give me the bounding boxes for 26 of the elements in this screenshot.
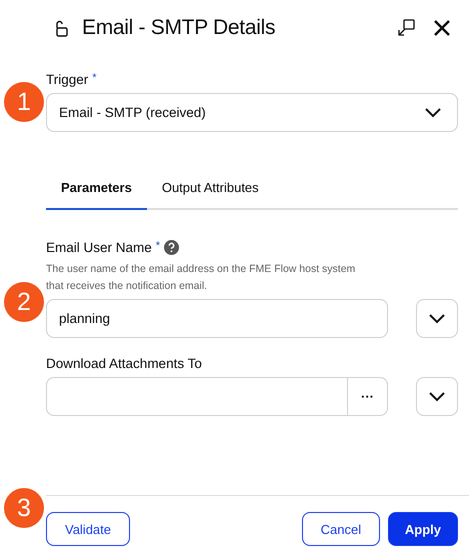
trigger-label: Trigger *: [46, 72, 98, 87]
browse-button[interactable]: ···: [347, 377, 388, 416]
apply-button[interactable]: Apply: [388, 512, 458, 546]
field-description: The user name of the email address on the FME Flow host system that receives the notification email.: [46, 262, 356, 294]
chevron-down-icon: [425, 108, 441, 118]
window-title: Email - SMTP Details: [82, 16, 276, 40]
required-mark: *: [92, 72, 97, 84]
required-mark: *: [156, 240, 160, 252]
tab[interactable]: Output Attributes: [146, 172, 274, 210]
chevron-down-icon: [429, 392, 445, 402]
dropdown-button[interactable]: [416, 377, 458, 416]
field-label: Email User Name: [46, 240, 152, 255]
step-badge: 1: [4, 82, 44, 122]
unlock-icon: [54, 20, 68, 36]
tab[interactable]: Parameters: [46, 172, 147, 210]
help-icon[interactable]: [164, 240, 180, 255]
chevron-down-icon: [429, 314, 445, 324]
outline-button[interactable]: Validate: [46, 512, 130, 546]
input-field[interactable]: [46, 377, 347, 416]
input-field[interactable]: planning: [46, 299, 388, 338]
field-label: Download Attachments To: [46, 356, 202, 371]
step-badge: 2: [4, 282, 44, 322]
trigger-select[interactable]: Email - SMTP (received): [46, 93, 458, 132]
dropdown-button[interactable]: [416, 299, 458, 338]
outline-button[interactable]: Cancel: [302, 512, 380, 546]
step-badge: 3: [4, 488, 44, 528]
